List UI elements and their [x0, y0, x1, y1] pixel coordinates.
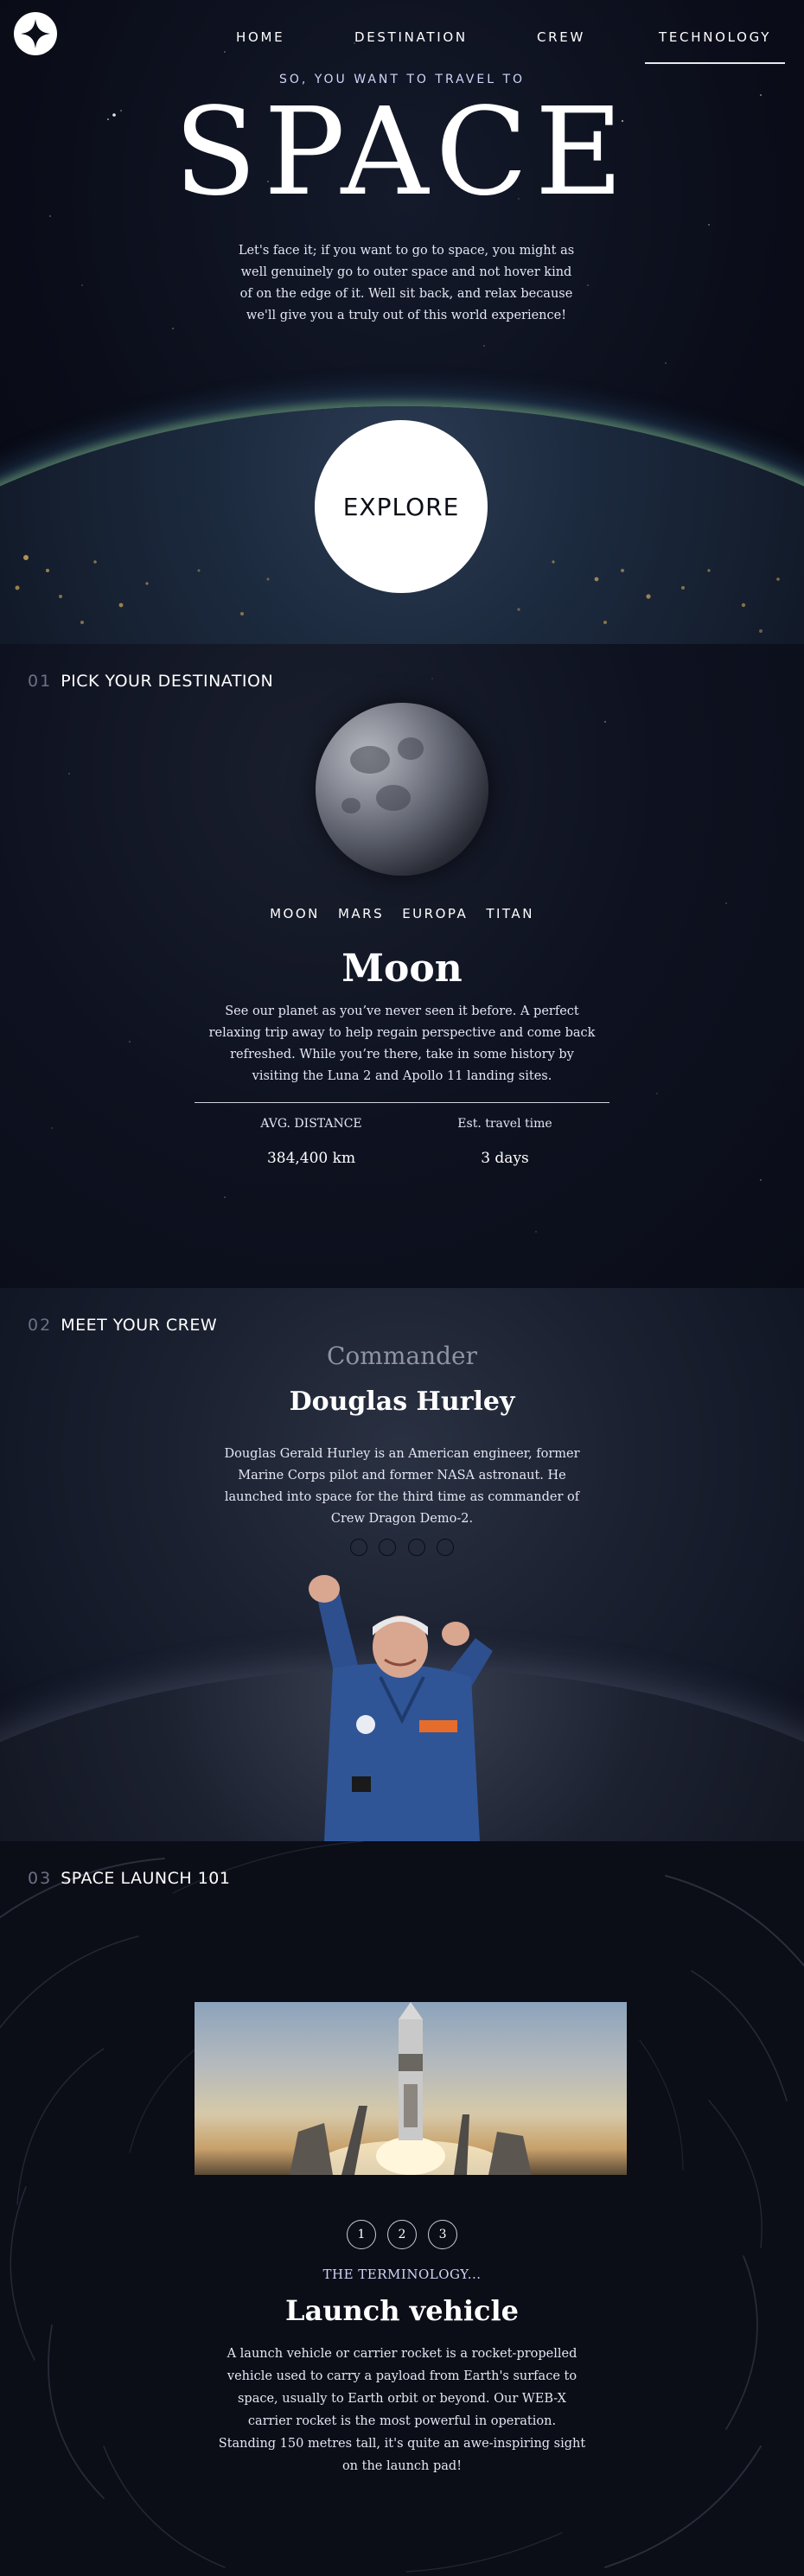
tab-europa[interactable]: EUROPA [402, 906, 468, 921]
destination-tabs: MOON MARS EUROPA TITAN [0, 905, 804, 921]
hero-text: Let's face it; if you want to go to spac… [238, 244, 575, 322]
crew-bio: Douglas Gerald Hurley is an American eng… [224, 1447, 580, 1526]
technology-section: 03 SPACE LAUNCH 101 1 2 3 THE TERMINOLOGY… [0, 1841, 804, 2576]
crew-section: 02 MEET YOUR CREW Commander Douglas Hurle… [0, 1288, 804, 1841]
tab-mars[interactable]: MARS [338, 906, 384, 921]
hero-section: HOME DESTINATION CREW TECHNOLOGY SO, YOU… [0, 0, 804, 644]
explore-button[interactable]: EXPLORE [315, 420, 488, 593]
divider [195, 1102, 609, 1103]
technology-name: Launch vehicle [284, 2294, 520, 2327]
nav-home[interactable]: HOME [236, 29, 284, 45]
crew-dot-4[interactable] [436, 1539, 454, 1556]
tech-page-1[interactable]: 1 [346, 2220, 376, 2249]
section-heading-crew: 02 MEET YOUR CREW [28, 1316, 217, 1335]
launch-vehicle-image [195, 2002, 627, 2175]
tab-moon[interactable]: MOON [270, 906, 320, 921]
destination-section: 01 PICK YOUR DESTINATION MOON MARS EUROPA… [0, 644, 804, 1288]
crew-role: Commander [327, 1342, 477, 1370]
travel-time-value: 3 days [481, 1150, 529, 1167]
moon-image [316, 703, 488, 876]
nav-crew[interactable]: CREW [537, 29, 585, 45]
section-title: MEET YOUR CREW [61, 1316, 218, 1335]
technology-eyebrow: THE TERMINOLOGY... [322, 2267, 482, 2282]
tech-page-2[interactable]: 2 [387, 2220, 417, 2249]
distance-value: 384,400 km [266, 1150, 356, 1167]
section-heading-destination: 01 PICK YOUR DESTINATION [28, 672, 273, 691]
section-title: SPACE LAUNCH 101 [61, 1869, 231, 1888]
destination-description: See our planet as you’ve never seen it b… [208, 1004, 596, 1083]
technology-description: A launch vehicle or carrier rocket is a … [218, 2347, 586, 2473]
section-title: PICK YOUR DESTINATION [61, 672, 274, 691]
section-number: 03 [28, 1869, 53, 1888]
technology-pagination: 1 2 3 [0, 2220, 804, 2249]
star-logo-icon[interactable] [14, 12, 57, 55]
destination-name: Moon [341, 947, 463, 991]
tech-page-3[interactable]: 3 [428, 2220, 458, 2249]
crew-name: Douglas Hurley [289, 1387, 515, 1417]
section-number: 01 [28, 672, 53, 691]
nav-technology[interactable]: TECHNOLOGY [644, 29, 786, 64]
crew-dot-3[interactable] [407, 1539, 425, 1556]
hero-title: SPACE [174, 82, 630, 223]
crew-dot-1[interactable] [350, 1539, 368, 1556]
tab-titan[interactable]: TITAN [486, 906, 534, 921]
crew-dot-2[interactable] [379, 1539, 397, 1556]
astronaut-image [309, 1575, 493, 1841]
main-nav: HOME DESTINATION CREW TECHNOLOGY [207, 0, 804, 64]
section-number: 02 [28, 1316, 53, 1335]
distance-label: AVG. DISTANCE [260, 1117, 362, 1131]
travel-time-label: Est. travel time [457, 1117, 552, 1131]
section-heading-technology: 03 SPACE LAUNCH 101 [28, 1869, 230, 1888]
crew-pagination [0, 1539, 804, 1559]
nav-destination[interactable]: DESTINATION [354, 29, 468, 45]
